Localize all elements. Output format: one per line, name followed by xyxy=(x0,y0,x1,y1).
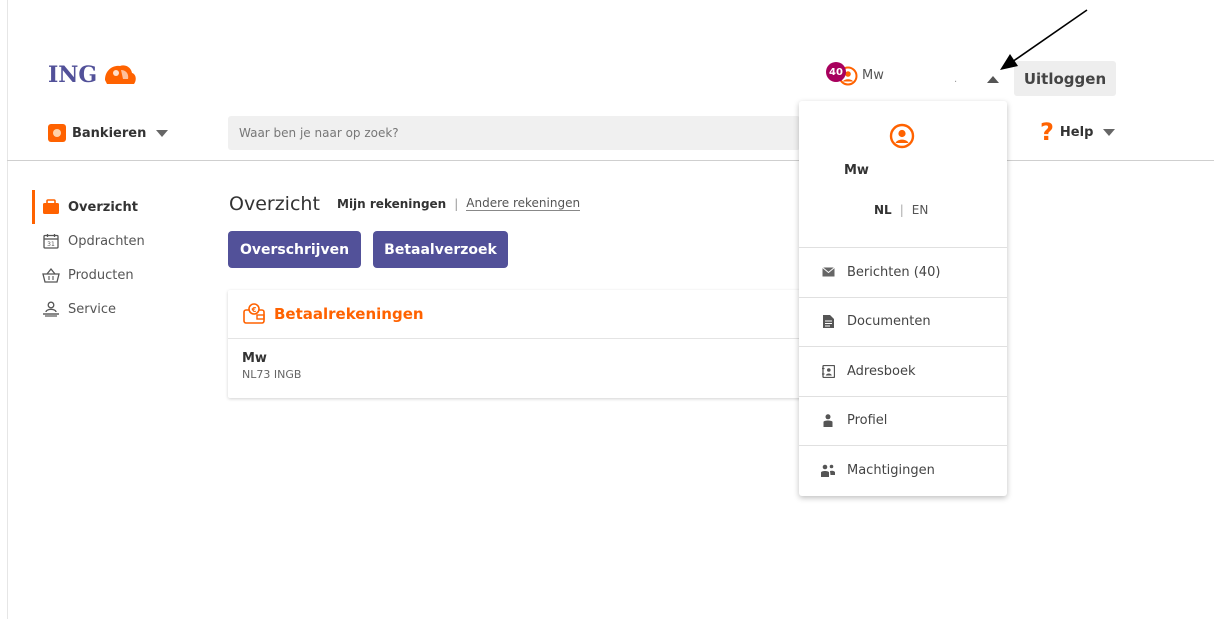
envelope-icon xyxy=(821,265,835,279)
chevron-down-icon xyxy=(1103,128,1116,136)
frame-edge xyxy=(7,0,8,619)
menu-item-machtigingen[interactable]: Machtigingen xyxy=(799,446,1007,496)
person-desk-icon xyxy=(42,300,60,318)
sidebar-item-label: Overzicht xyxy=(68,199,138,215)
transfer-button[interactable]: Overschrijven xyxy=(228,231,361,268)
svg-text:31: 31 xyxy=(47,241,55,248)
euro-wallet-icon: € xyxy=(243,303,265,324)
menu-item-label: Machtigingen xyxy=(847,463,935,479)
search-input[interactable] xyxy=(228,116,800,150)
account-iban: NL73 INGB xyxy=(242,368,302,381)
bank-lion-icon xyxy=(48,124,66,142)
language-switch: NL | EN xyxy=(874,203,928,217)
menu-item-documenten[interactable]: Documenten xyxy=(799,298,1007,347)
address-book-icon xyxy=(821,364,835,378)
nav-divider xyxy=(7,160,1214,161)
sidebar-item-opdrachten[interactable]: 31 Opdrachten xyxy=(32,224,145,258)
dropdown-profile: Mw NL | EN xyxy=(799,101,1007,248)
annotation-arrow-icon xyxy=(1000,9,1088,70)
menu-item-adresboek[interactable]: Adresboek xyxy=(799,347,1007,397)
card-header: € Betaalrekeningen xyxy=(228,290,808,339)
lang-en-option[interactable]: EN xyxy=(912,203,929,217)
payment-request-button[interactable]: Betaalverzoek xyxy=(373,231,508,268)
sidebar-item-producten[interactable]: Producten xyxy=(32,258,145,292)
page-title: Overzicht xyxy=(229,193,320,215)
ing-logo[interactable]: ING xyxy=(48,62,139,88)
menu-item-label: Profiel xyxy=(847,413,888,429)
lion-logo-icon xyxy=(105,65,136,84)
menu-item-label: Adresboek xyxy=(847,363,916,379)
account-tabs: Mijn rekeningen | Andere rekeningen xyxy=(337,196,581,211)
sidebar-item-label: Service xyxy=(68,301,117,317)
basket-icon xyxy=(42,266,60,284)
logo-text: ING xyxy=(48,62,98,88)
menu-item-berichten[interactable]: Berichten (40) xyxy=(799,248,1007,298)
people-icon xyxy=(821,464,835,478)
user-dropdown-menu: Mw NL | EN Berichten (40) Documenten Adr… xyxy=(799,101,1007,496)
dropdown-user-name: Mw xyxy=(844,163,869,178)
sidebar-item-overzicht[interactable]: Overzicht xyxy=(32,190,145,224)
calendar-icon: 31 xyxy=(42,232,60,250)
question-mark-icon: ? xyxy=(1040,118,1054,146)
menu-item-label: Berichten (40) xyxy=(847,264,941,280)
wallet-icon xyxy=(42,198,60,216)
sidebar: Overzicht 31 Opdrachten Producten Servic… xyxy=(32,190,145,326)
lang-nl-option[interactable]: NL xyxy=(874,203,892,217)
chevron-down-icon xyxy=(156,129,169,137)
bankieren-label: Bankieren xyxy=(72,125,147,141)
menu-item-label: Documenten xyxy=(847,314,931,330)
header-user-name: Mw xyxy=(862,67,884,83)
help-menu[interactable]: ? Help xyxy=(1040,118,1116,146)
tab-separator: | xyxy=(454,196,459,211)
user-circle-icon xyxy=(889,123,915,149)
help-label: Help xyxy=(1059,124,1094,140)
tab-mijn-rekeningen[interactable]: Mijn rekeningen xyxy=(337,197,446,211)
account-name: Mw xyxy=(242,351,267,366)
card-title: Betaalrekeningen xyxy=(274,305,424,323)
bankieren-menu[interactable]: Bankieren xyxy=(48,124,169,142)
message-count-badge: 40 xyxy=(826,62,846,82)
separator-dot: . xyxy=(954,74,958,85)
menu-item-profiel[interactable]: Profiel xyxy=(799,397,1007,446)
svg-text:€: € xyxy=(251,306,257,314)
person-icon xyxy=(821,414,835,428)
lang-separator: | xyxy=(899,203,904,217)
account-row[interactable]: Mw NL73 INGB xyxy=(228,339,808,381)
sidebar-item-label: Producten xyxy=(68,267,134,283)
payment-accounts-card: € Betaalrekeningen Mw NL73 INGB xyxy=(228,290,808,398)
user-avatar: 40 xyxy=(826,62,860,88)
user-menu-toggle[interactable]: 40 Mw xyxy=(826,62,884,88)
tab-andere-rekeningen[interactable]: Andere rekeningen xyxy=(466,196,581,211)
sidebar-item-service[interactable]: Service xyxy=(32,292,145,326)
document-icon xyxy=(821,315,835,329)
sidebar-item-label: Opdrachten xyxy=(68,233,145,249)
